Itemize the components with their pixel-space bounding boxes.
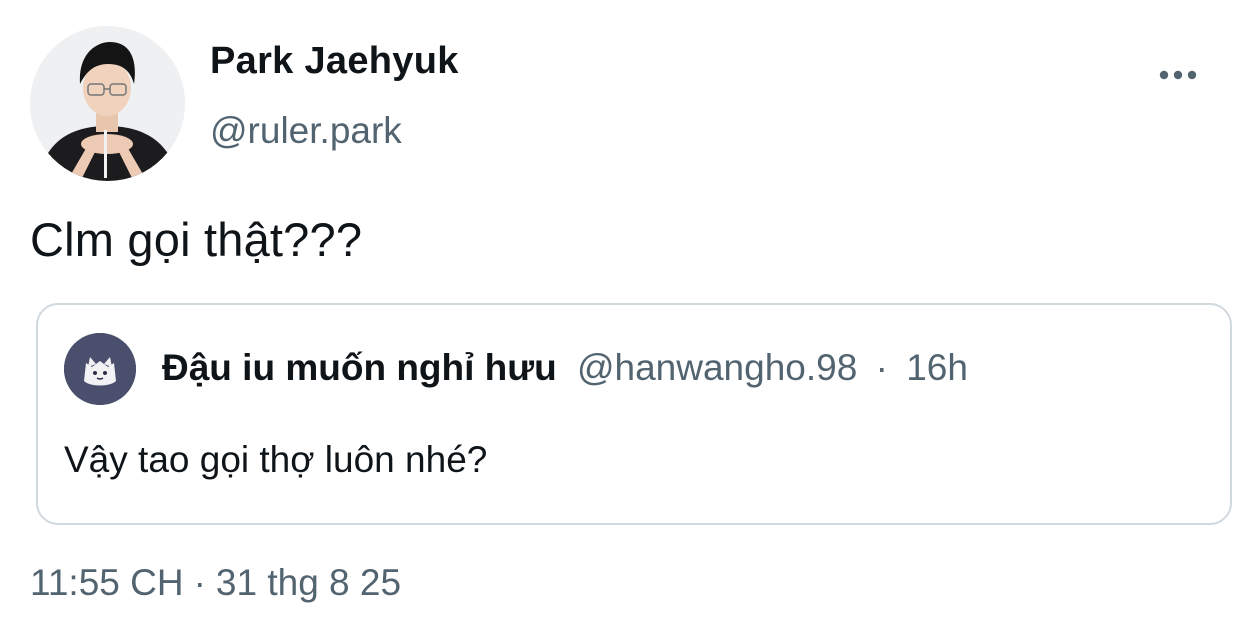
author-handle[interactable]: @ruler.park bbox=[210, 110, 402, 152]
tweet-date: 31 thg 8 25 bbox=[215, 562, 402, 603]
quoted-meta-separator: · bbox=[875, 347, 888, 388]
quoted-tweet-age[interactable]: 16h bbox=[906, 347, 968, 388]
quoted-author-avatar[interactable] bbox=[64, 333, 136, 405]
tweet-time: 11:55 CH bbox=[30, 562, 184, 603]
author-avatar[interactable] bbox=[30, 26, 185, 181]
profile-photo-icon bbox=[30, 26, 185, 181]
quoted-tweet-header: Đậu iu muốn nghỉ hưu @hanwangho.98 · 16h bbox=[162, 347, 968, 389]
quoted-author-name[interactable]: Đậu iu muốn nghỉ hưu bbox=[162, 347, 557, 388]
tweet-text: Clm gọi thật??? bbox=[30, 213, 363, 266]
quoted-tweet-card[interactable]: Đậu iu muốn nghỉ hưu @hanwangho.98 · 16h… bbox=[36, 303, 1232, 525]
quoted-author-handle[interactable]: @hanwangho.98 bbox=[577, 347, 857, 388]
quoted-tweet-text: Vậy tao gọi thợ luôn nhé? bbox=[64, 439, 488, 480]
tweet-timestamp[interactable]: 11:55 CH · 31 thg 8 25 bbox=[30, 562, 401, 604]
more-options-button[interactable] bbox=[1152, 58, 1208, 92]
timestamp-separator: · bbox=[193, 562, 206, 603]
author-display-name[interactable]: Park Jaehyuk bbox=[210, 40, 459, 83]
cat-avatar-icon bbox=[64, 333, 136, 405]
more-horizontal-icon bbox=[1159, 70, 1197, 80]
